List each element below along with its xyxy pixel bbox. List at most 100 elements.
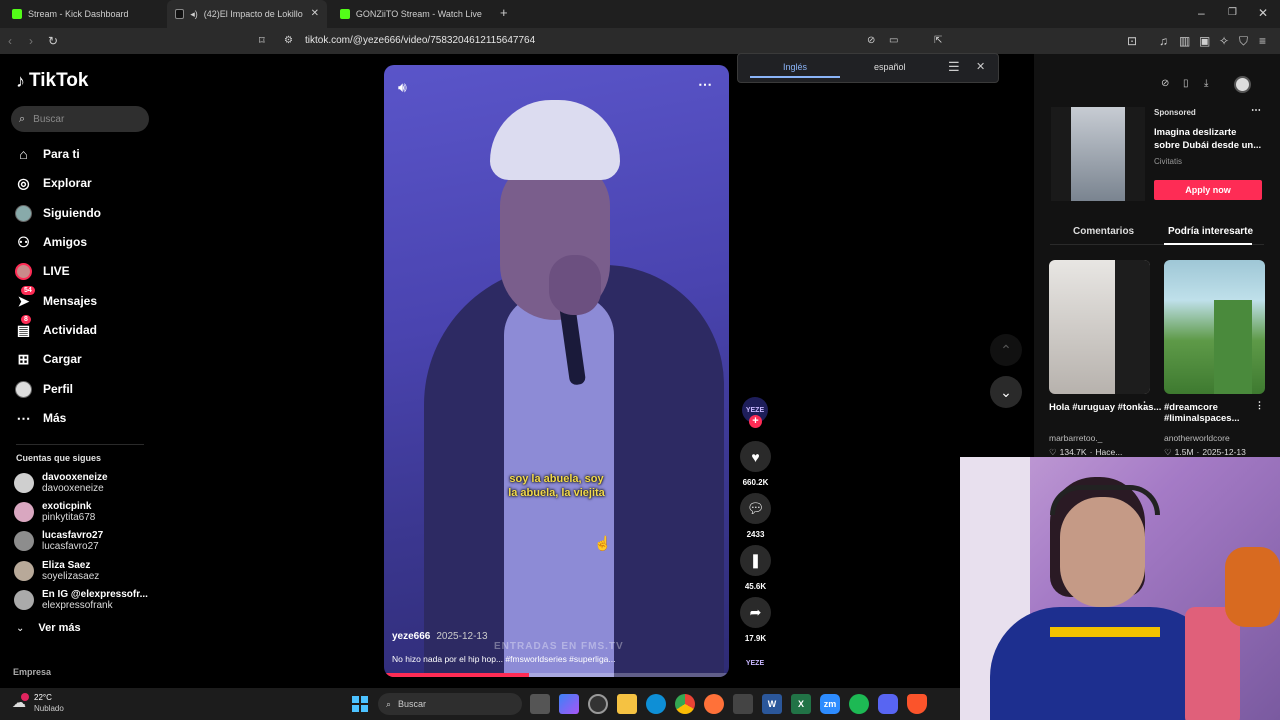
excel-icon[interactable]: X [791,694,811,714]
sidebar-item-5[interactable]: ➤ 54 Mensajes [15,286,98,312]
translate-menu-icon[interactable]: ☰ [948,59,960,75]
edge-icon[interactable] [646,694,666,714]
followed-account[interactable]: davooxeneize davooxeneize [14,469,108,497]
sidebar-item-1[interactable]: ◎ Explorar [15,172,91,194]
menu-icon[interactable]: ≡ [1259,35,1266,47]
like-button[interactable]: ♥ 660.2K [739,441,772,487]
card-author[interactable]: marbarretoo._ [1049,433,1102,443]
target-language-tab[interactable]: español [874,62,906,72]
sidebar-toggle-icon[interactable]: ▥ [1179,35,1190,47]
sidebar-item-label: Mensajes [43,294,98,308]
no-camera-icon[interactable]: ⊘ [867,35,875,47]
card-author[interactable]: anotherworldcore [1164,433,1230,443]
brave-icon[interactable] [907,694,927,714]
sidebar-item-3[interactable]: ⚇ Amigos [15,231,87,253]
firefox-icon[interactable] [704,694,724,714]
spotify-icon[interactable] [849,694,869,714]
cast-icon[interactable]: ▭ [889,35,898,47]
browser-tab[interactable]: GONZiiTO Stream - Watch Live on Ki [332,0,492,28]
tab-suggestions[interactable]: Podría interesarte [1168,226,1253,237]
weather-desc[interactable]: Nublado [34,704,64,713]
save-button[interactable]: ❚ 45.6K [739,545,772,591]
sidebar-item-0[interactable]: ⌂ Para ti [15,143,79,165]
sidebar-item-4[interactable]: LIVE [15,260,70,282]
next-video-button[interactable]: ⌄ [990,376,1022,408]
browser-tab-active[interactable]: ◂) (42)El Impacto de Lokillo y Ga ✕ [167,0,327,28]
download-icon[interactable]: ⤓ [1204,78,1208,89]
ad-more-icon[interactable]: ⋯ [1251,105,1261,116]
footer-link[interactable]: Empresa [13,667,51,677]
follow-plus-icon[interactable]: + [749,415,762,428]
apply-now-button[interactable]: Apply now [1154,180,1262,200]
followed-account[interactable]: En IG @elexpressofr... elexpressofrank [14,586,148,614]
followed-account[interactable]: exoticpink pinkytita678 [14,498,95,526]
sidebar-item-2[interactable]: Siguiendo [15,202,101,224]
user-avatar[interactable] [1234,76,1251,93]
copilot-icon[interactable] [559,694,579,714]
file-explorer-icon[interactable] [617,694,637,714]
card-title[interactable]: #dreamcore #liminalspaces... [1164,402,1256,424]
discord-icon[interactable] [878,694,898,714]
windows-start-icon[interactable] [352,696,368,712]
ad-title[interactable]: Imagina deslizarte sobre Dubái desde un.… [1154,126,1264,152]
minimize-icon[interactable]: – [1198,7,1205,19]
ad-thumbnail[interactable] [1051,107,1145,201]
vpn-icon[interactable]: ⛉ [1239,35,1248,47]
chrome-icon[interactable] [675,694,695,714]
share-button[interactable]: ➦ 17.9K [739,597,772,643]
sidebar-item-label: Más [43,411,67,425]
sidebar-item-6[interactable]: ▤ 8 Actividad [15,315,97,341]
new-tab-icon[interactable]: + [500,6,508,19]
previous-video-button[interactable]: ⌃ [990,334,1022,366]
card-more-icon[interactable]: ⋮ [1255,400,1264,411]
share-icon[interactable]: ⇱ [934,35,942,47]
suggested-video-thumbnail[interactable] [1049,260,1150,394]
author-link[interactable]: yeze666 [392,631,430,642]
word-icon[interactable]: W [762,694,782,714]
forward-icon[interactable]: › [29,35,33,47]
search-input[interactable]: ⌕ Buscar [11,106,149,132]
see-more-button[interactable]: ⌄ Ver más [16,622,81,634]
suggested-video-thumbnail[interactable] [1164,260,1265,394]
wallet-icon[interactable]: ▣ [1199,35,1210,47]
close-window-icon[interactable]: ✕ [1258,7,1268,19]
compass-icon[interactable]: ⊘ [1161,78,1169,89]
sidebar-item-8[interactable]: Perfil [15,378,73,400]
video-caption[interactable]: No hizo nada por el hip hop... #fmsworld… [392,654,615,664]
maximize-icon[interactable]: ❐ [1228,7,1237,19]
bookmark-icon[interactable]: ⌑ [259,35,265,47]
site-info-icon[interactable]: ⚙ [284,35,293,47]
weather-temp[interactable]: 22°C [34,693,52,702]
close-icon[interactable]: ✕ [976,60,985,73]
back-icon[interactable]: ‹ [8,35,12,47]
followed-account[interactable]: Eliza Saez soyelizasaez [14,557,99,585]
progress-track[interactable] [384,673,729,677]
comment-button[interactable]: 💬︎ 2433 [739,493,772,539]
url-text[interactable]: tiktok.com/@yeze666/video/75832046121156… [305,35,535,46]
weather-alert-badge [21,693,29,701]
search-icon: ⌕ [19,112,26,125]
tiktok-logo[interactable]: ♪ TikTok [16,70,88,92]
taskbar-search[interactable]: ⌕ Buscar [378,693,522,715]
obs-icon[interactable] [588,694,608,714]
music-disc-icon[interactable]: YEZE [742,652,768,674]
close-tab-icon[interactable]: ✕ [311,8,319,20]
tab-comments[interactable]: Comentarios [1073,226,1134,237]
volume-icon[interactable]: 🔊︎ [398,79,407,96]
browser-tab[interactable]: Stream - Kick Dashboard [4,0,167,28]
music-icon[interactable]: ♫ [1159,35,1168,47]
sidebar-item-9[interactable]: ⋯ Más [15,407,67,429]
zoom-icon[interactable]: zm [820,694,840,714]
store-icon[interactable] [733,694,753,714]
source-language-tab[interactable]: Inglés [783,62,807,72]
followed-account[interactable]: lucasfavro27 lucasfavro27 [14,527,103,555]
more-options-icon[interactable]: ⋯ [698,76,712,93]
task-view-icon[interactable] [530,694,550,714]
sidebar-item-7[interactable]: ⊞ Cargar [15,348,82,370]
card-more-icon[interactable]: ⋮ [1140,400,1149,411]
device-icon[interactable]: ▯ [1183,78,1189,89]
video-player[interactable]: 🔊︎ ⋯ soy la abuela, soy la abuela, la vi… [384,65,729,677]
screenshot-icon[interactable]: ⊡ [1127,35,1137,47]
reload-icon[interactable]: ↻ [48,35,58,47]
ai-icon[interactable]: ✧ [1219,35,1229,47]
